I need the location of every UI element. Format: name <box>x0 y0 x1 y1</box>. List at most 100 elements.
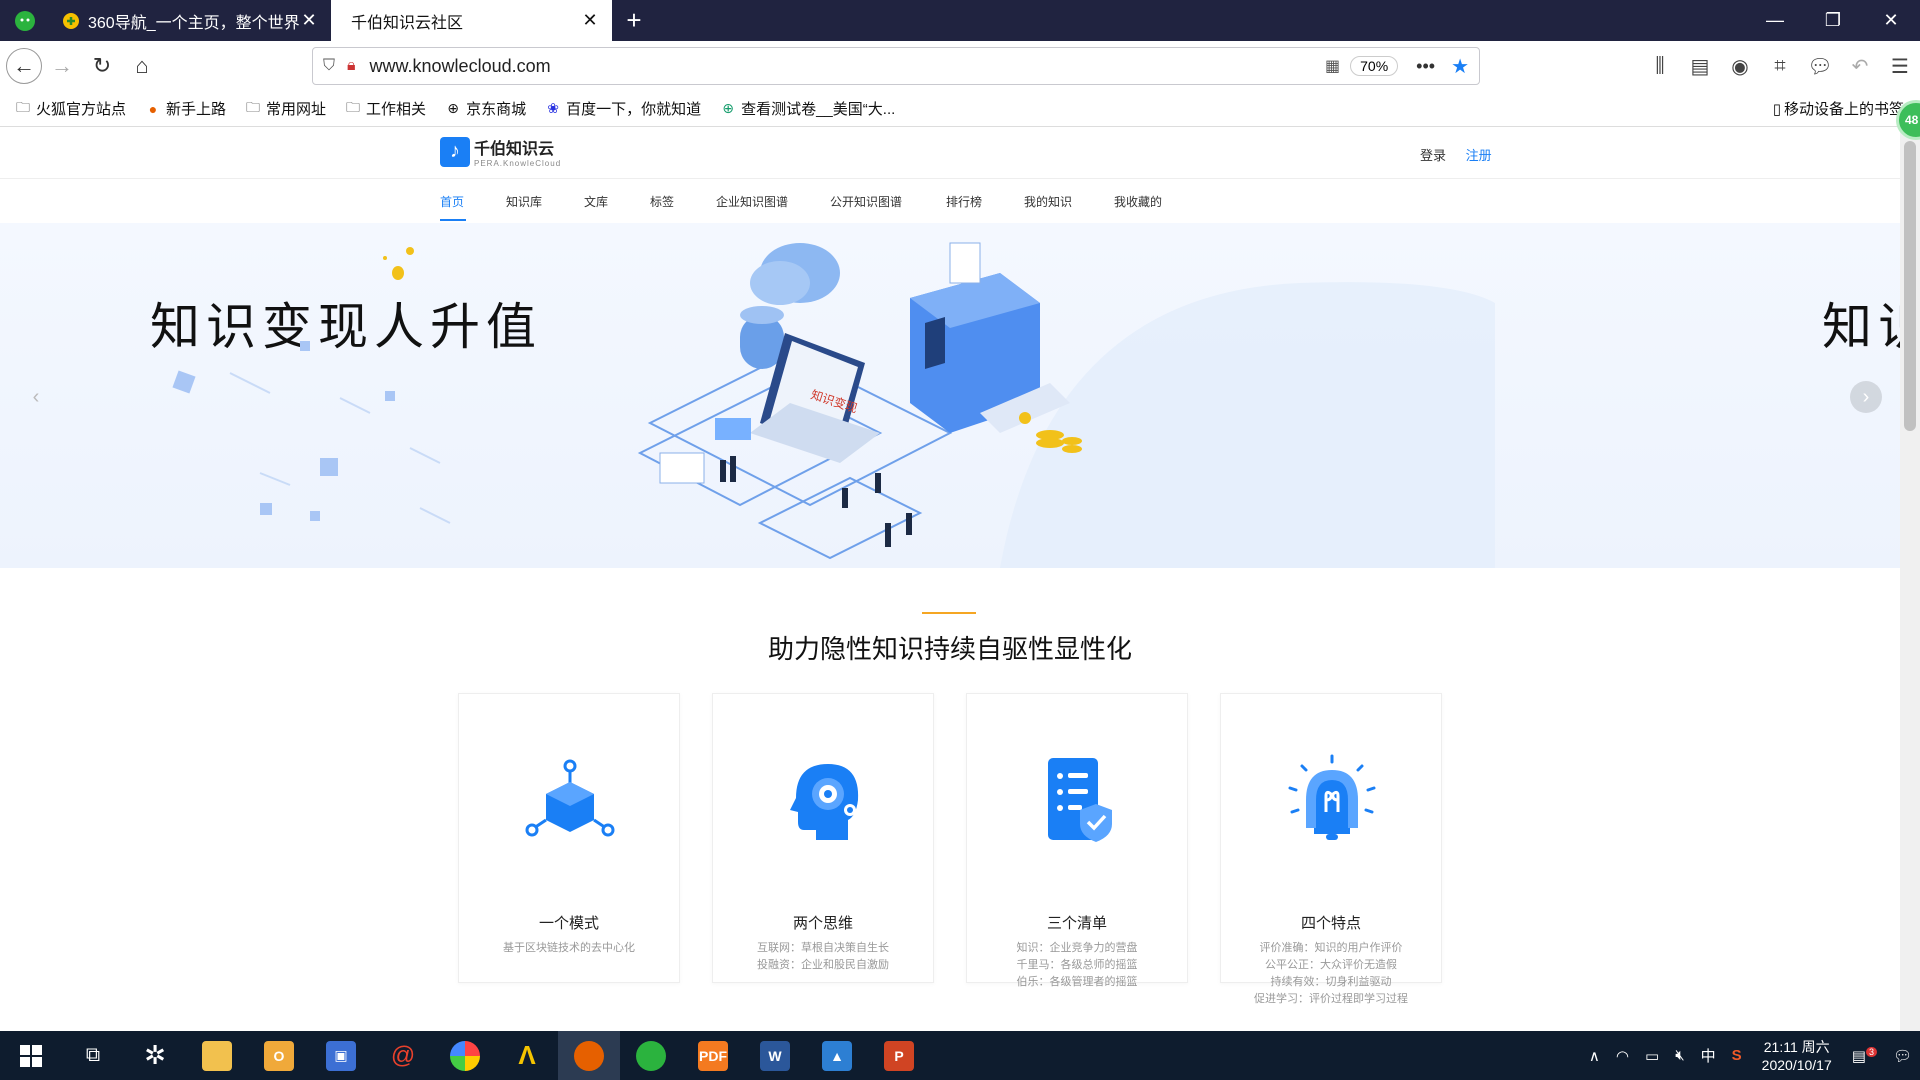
nav-my-favorites[interactable]: 我收藏的 <box>1114 193 1162 210</box>
nav-knowledge-base[interactable]: 知识库 <box>506 193 542 210</box>
register-link[interactable]: 注册 <box>1466 148 1492 163</box>
feature-card[interactable]: 四个特点 评价准确：知识的用户作评价 公平公正：大众评价无造假 持续有效：切身利… <box>1220 693 1442 1005</box>
action-center-icon[interactable]: 💬︎ <box>1893 1047 1912 1065</box>
lightbulb-icon <box>1286 754 1378 846</box>
bookmark-item[interactable]: ⊕ 查看测试卷__美国“大... <box>719 98 895 119</box>
screenshot-icon[interactable]: ⌗ <box>1760 55 1800 78</box>
card-description: 基于区块链技术的去中心化 <box>503 942 635 954</box>
360-favicon-icon <box>63 12 79 29</box>
nav-library[interactable]: 文库 <box>584 193 608 210</box>
card-title: 两个思维 <box>792 915 853 932</box>
outlook-icon[interactable]: O <box>248 1031 310 1080</box>
folder-icon: 🗀︎ <box>246 98 261 115</box>
app-pinwheel-icon[interactable]: ✲ <box>124 1031 186 1080</box>
page-scrollbar[interactable] <box>1900 127 1920 1031</box>
chevron-up-icon[interactable]: ∧ <box>1589 1047 1600 1065</box>
site-nav: 首页 知识库 文库 标签 企业知识图谱 公开知识图谱 排行榜 我的知识 我收藏的 <box>0 179 1900 223</box>
library-icon[interactable]: ⫼ <box>1640 55 1680 78</box>
bookmark-star-icon[interactable]: ★ <box>1451 54 1469 79</box>
tab-knowlecloud[interactable]: 千伯知识云社区 ✕ <box>331 0 612 41</box>
reload-icon[interactable]: ↻ <box>82 46 122 86</box>
bookmarks-bar: 🗀︎ 火狐官方站点 ● 新手上路 🗀︎ 常用网址 🗀︎ 工作相关 ⊕ 京东商城 ❀ 百度一下… <box>0 91 1920 127</box>
windows-logo-icon <box>20 1044 42 1067</box>
chat-icon[interactable]: 💬︎ <box>1800 54 1840 79</box>
login-link[interactable]: 登录 <box>1420 148 1446 163</box>
nav-my-knowledge[interactable]: 我的知识 <box>1024 193 1072 210</box>
sogou-icon[interactable]: S <box>1732 1047 1742 1064</box>
nav-public-graph[interactable]: 公开知识图谱 <box>830 193 902 210</box>
bookmark-item[interactable]: 🗀︎ 工作相关 <box>344 98 426 119</box>
zoom-level[interactable]: 70% <box>1350 56 1399 76</box>
carousel-prev-icon[interactable]: ‹ <box>20 381 52 413</box>
feature-card[interactable]: 两个思维 互联网：草根自决策自生长 投融资：企业和股民自激励 <box>712 693 934 983</box>
hero-banner: 知识变现人升值 知识 知识变现 <box>0 223 1900 568</box>
notification-app-icon[interactable]: ▤ 3 <box>1852 1046 1877 1065</box>
new-tab-icon[interactable]: + <box>612 0 656 41</box>
undo-icon[interactable]: ↶ <box>1840 54 1880 79</box>
wechat-tray-icon[interactable] <box>0 0 50 41</box>
volume-muted-icon[interactable]: 🔇︎ <box>1675 1047 1684 1064</box>
globe-icon: ⊕ <box>722 100 734 116</box>
menu-icon[interactable]: ☰ <box>1880 54 1920 79</box>
carousel-next-icon[interactable]: › <box>1850 381 1882 413</box>
site-header: ♪ 千伯知识云 PERA.KnowleCloud 登录 注册 <box>0 127 1900 179</box>
powerpoint-icon[interactable]: P <box>868 1031 930 1080</box>
card-title: 四个特点 <box>1300 915 1361 932</box>
word-icon[interactable]: W <box>744 1031 806 1080</box>
windows-taskbar: ⧉ ✲ O ▣ @ Λ PDF W ▲ P ∧ ◠ ▭ 🔇︎ 中 S 21:11… <box>0 1031 1920 1080</box>
address-bar[interactable]: ⛉ 🔒︎ www.knowlecloud.com ▦ 70% ••• ★ <box>312 47 1480 85</box>
nav-home[interactable]: 首页 <box>440 193 464 210</box>
close-tab-icon[interactable]: ✕ <box>299 10 319 31</box>
bookmark-item[interactable]: 🗀︎ 火狐官方站点 <box>14 98 126 119</box>
back-icon[interactable]: ← <box>6 48 42 84</box>
home-icon[interactable]: ⌂ <box>122 46 162 86</box>
close-tab-icon[interactable]: ✕ <box>580 10 600 31</box>
photos-icon[interactable]: ▲ <box>806 1031 868 1080</box>
logo-text-en: PERA.KnowleCloud <box>474 159 562 168</box>
restore-icon[interactable]: ❐ <box>1804 0 1862 41</box>
pdf-app-icon[interactable]: PDF <box>682 1031 744 1080</box>
wifi-icon[interactable]: ◠ <box>1616 1047 1629 1065</box>
mobile-bookmarks[interactable]: ▯ 移动设备上的书签 <box>1773 98 1904 119</box>
site-logo[interactable]: ♪ 千伯知识云 PERA.KnowleCloud <box>440 135 561 168</box>
minimize-icon[interactable]: — <box>1746 0 1804 41</box>
feature-card[interactable]: 三个清单 知识：企业竞争力的营盘 千里马：各级总师的摇篮 伯乐：各级管理者的摇篮 <box>966 693 1188 988</box>
close-window-icon[interactable]: ✕ <box>1862 0 1920 41</box>
knowledge-platform-illustration: 知识变现 <box>637 242 1082 560</box>
bookmark-item[interactable]: ● 新手上路 <box>144 98 226 119</box>
bookmark-item[interactable]: ❀ 百度一下，你就知道 <box>544 98 701 119</box>
more-actions-icon[interactable]: ••• <box>1416 56 1435 77</box>
nav-tags[interactable]: 标签 <box>650 193 674 210</box>
tab-360[interactable]: 360导航_一个主页，整个世界 ✕ <box>50 0 331 41</box>
color-wheel-icon[interactable] <box>434 1031 496 1080</box>
insecure-lock-icon[interactable]: 🔒︎ <box>347 57 356 75</box>
navigation-toolbar: ← → ↻ ⌂ ⛉ 🔒︎ www.knowlecloud.com ▦ 70% •… <box>0 41 1920 91</box>
task-view-icon[interactable]: ⧉ <box>62 1031 124 1080</box>
account-icon[interactable]: ◉ <box>1720 54 1760 79</box>
remote-desktop-icon[interactable]: ▣ <box>310 1031 372 1080</box>
forward-icon[interactable]: → <box>42 46 82 86</box>
ime-indicator[interactable]: 中 <box>1701 1045 1716 1066</box>
qr-code-icon[interactable]: ▦ <box>1325 56 1340 76</box>
firefox-taskbar-icon[interactable] <box>558 1031 620 1080</box>
banner-next-title: 知识 <box>1822 298 1900 356</box>
url-text[interactable]: www.knowlecloud.com <box>370 56 1325 77</box>
bookmark-item[interactable]: 🗀︎ 常用网址 <box>244 98 326 119</box>
clock[interactable]: 21:11 周六 2020/10/17 <box>1762 1038 1832 1074</box>
file-explorer-icon[interactable] <box>186 1031 248 1080</box>
wechat-taskbar-icon[interactable] <box>620 1031 682 1080</box>
nav-ranking[interactable]: 排行榜 <box>946 193 982 210</box>
snail-app-icon[interactable]: @ <box>372 1031 434 1080</box>
scrollbar-thumb[interactable] <box>1904 141 1916 431</box>
bookmark-item[interactable]: ⊕ 京东商城 <box>444 98 526 119</box>
battery-icon[interactable]: ▭ <box>1645 1047 1659 1065</box>
shield-icon[interactable]: ⛉ <box>323 57 335 75</box>
app-a-icon[interactable]: Λ <box>496 1031 558 1080</box>
feature-card[interactable]: 一个模式 基于区块链技术的去中心化 <box>458 693 680 983</box>
sidebar-icon[interactable]: ▤ <box>1680 54 1720 79</box>
tab-bar: 360导航_一个主页，整个世界 ✕ 千伯知识云社区 ✕ + — ❐ ✕ <box>0 0 1920 41</box>
start-button[interactable] <box>0 1031 62 1080</box>
tab-title: 千伯知识云社区 <box>351 14 464 32</box>
nav-enterprise-graph[interactable]: 企业知识图谱 <box>716 193 788 210</box>
card-description: 评价准确：知识的用户作评价 公平公正：大众评价无造假 持续有效：切身利益驱动 促… <box>1254 942 1408 1005</box>
